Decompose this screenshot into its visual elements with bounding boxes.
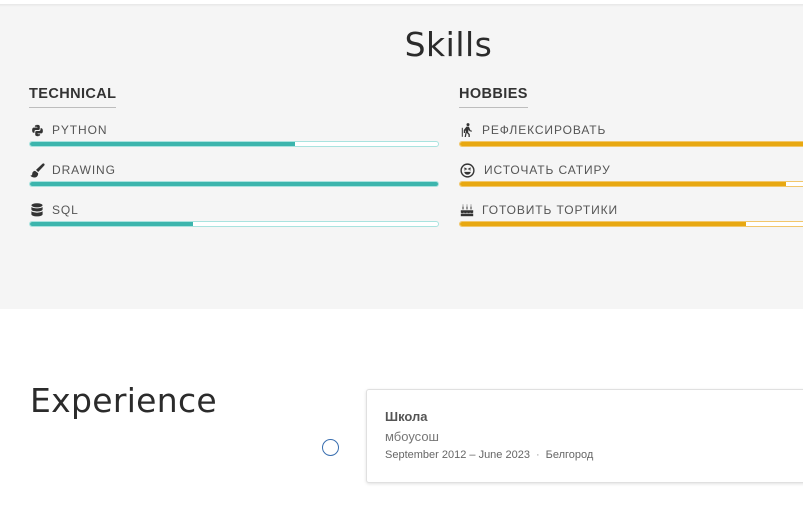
timeline-dot — [322, 439, 339, 456]
skill-python-label: PYTHON — [52, 123, 108, 137]
skill-drawing-bar — [29, 181, 439, 187]
skill-drawing: DRAWING — [29, 162, 439, 202]
experience-meta: September 2012 – June 2023 · Белгород — [385, 449, 593, 461]
skill-python-bar — [29, 141, 439, 147]
hobby-reflect: РЕФЛЕКСИРОВАТЬ — [459, 122, 803, 162]
skills-title: Skills — [404, 25, 493, 64]
hobby-cakes-fill — [460, 222, 747, 226]
experience-title: Experience — [30, 381, 218, 420]
database-icon — [29, 202, 45, 218]
hobby-cakes-label: ГОТОВИТЬ ТОРТИКИ — [482, 203, 619, 217]
hobby-satire-fill — [460, 182, 786, 186]
skill-python: PYTHON — [29, 122, 439, 162]
hobby-reflect-bar — [459, 141, 803, 147]
experience-dates: September 2012 – June 2023 — [385, 449, 530, 461]
hobby-satire-label: ИСТОЧАТЬ САТИРУ — [484, 163, 611, 177]
hobby-satire-bar — [459, 181, 803, 187]
technical-heading: TECHNICAL — [29, 86, 117, 108]
experience-role: мбоусош — [385, 429, 439, 444]
hobby-reflect-fill — [460, 142, 803, 146]
skill-sql-fill — [30, 222, 194, 226]
skills-section: Skills TECHNICAL PYTHON DRAWING SQL HOBB… — [0, 0, 803, 309]
experience-location: Белгород — [545, 449, 594, 461]
hobby-reflect-label: РЕФЛЕКСИРОВАТЬ — [482, 123, 607, 137]
skill-python-fill — [30, 142, 296, 146]
hobby-cakes-bar — [459, 221, 803, 227]
hobby-cakes: ГОТОВИТЬ ТОРТИКИ — [459, 202, 803, 242]
paintbrush-icon — [29, 162, 45, 178]
experience-organization: Школа — [385, 409, 428, 424]
python-icon — [29, 122, 45, 138]
skill-sql-label: SQL — [52, 203, 79, 217]
grin-squint-icon — [459, 162, 475, 178]
technical-column: TECHNICAL PYTHON DRAWING SQL — [29, 85, 439, 242]
hobbies-heading: HOBBIES — [459, 86, 528, 108]
skill-sql-bar — [29, 221, 439, 227]
hobby-satire: ИСТОЧАТЬ САТИРУ — [459, 162, 803, 202]
hobbies-column: HOBBIES РЕФЛЕКСИРОВАТЬ ИСТОЧАТЬ САТИРУ Г… — [459, 85, 803, 242]
skill-drawing-fill — [30, 182, 438, 186]
skill-drawing-label: DRAWING — [52, 163, 116, 177]
birthday-cake-icon — [459, 202, 475, 218]
person-walking-icon — [459, 122, 475, 138]
skill-sql: SQL — [29, 202, 439, 242]
experience-card: Школа мбоусош September 2012 – June 2023… — [366, 389, 803, 483]
experience-separator: · — [535, 449, 540, 461]
